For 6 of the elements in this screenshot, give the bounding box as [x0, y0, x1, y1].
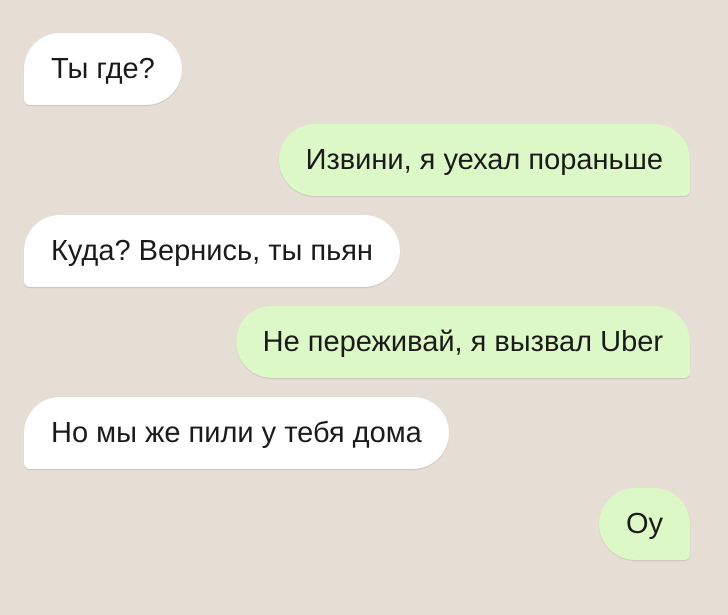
- message-bubble: Не переживай, я вызвал Uber: [236, 306, 690, 378]
- message-bubble: Но мы же пили у тебя дома: [24, 397, 449, 469]
- message-bubble: Ты где?: [24, 33, 182, 105]
- message-bubble: Извини, я уехал пораньше: [278, 124, 690, 196]
- message-bubble: Оу: [598, 488, 690, 560]
- message-bubble: Куда? Вернись, ты пьян: [24, 215, 400, 287]
